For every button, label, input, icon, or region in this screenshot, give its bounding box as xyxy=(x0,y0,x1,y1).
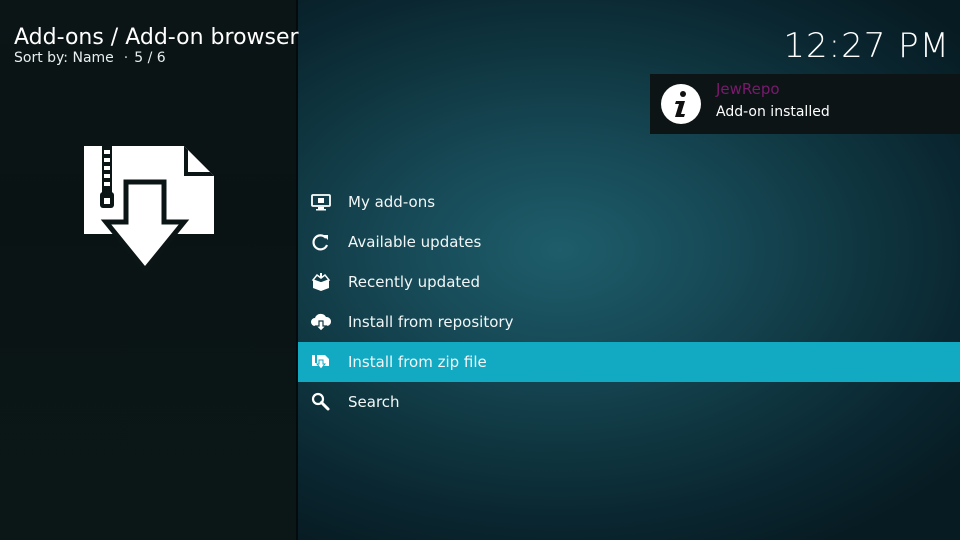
zip-file-icon xyxy=(312,355,329,370)
menu-label: Search xyxy=(348,393,400,411)
sort-separator: · xyxy=(123,50,129,66)
menu-item-install-from-repository[interactable]: Install from repository xyxy=(298,302,960,342)
addon-menu: My add-ons Available updates Recently up… xyxy=(298,182,960,422)
notification-message: Add-on installed xyxy=(716,104,830,120)
notification-toast: JewRepo Add-on installed xyxy=(650,74,960,134)
menu-label: Install from zip file xyxy=(348,353,487,371)
page-title: Add-ons / Add-on browser xyxy=(14,25,299,50)
menu-label: Recently updated xyxy=(348,273,481,291)
monitor-icon xyxy=(311,194,331,211)
menu-label: My add-ons xyxy=(348,193,436,211)
item-position: 5 / 6 xyxy=(134,50,166,66)
clock: 12:27 PM xyxy=(783,26,950,66)
cloud-download-icon xyxy=(311,313,332,332)
menu-item-install-from-zip-file[interactable]: Install from zip file xyxy=(298,342,960,382)
menu-label: Available updates xyxy=(348,233,482,251)
refresh-icon xyxy=(312,234,329,251)
zip-download-icon xyxy=(84,146,214,274)
info-icon xyxy=(661,84,701,124)
open-box-icon xyxy=(311,273,331,291)
menu-item-search[interactable]: Search xyxy=(298,382,960,422)
sort-label[interactable]: Sort by: Name xyxy=(14,50,114,66)
menu-item-my-addons[interactable]: My add-ons xyxy=(298,182,960,222)
sort-info: Sort by: Name · 5 / 6 xyxy=(14,49,166,67)
kodi-screen: Add-ons / Add-on browser Sort by: Name · 5… xyxy=(0,0,960,540)
menu-label: Install from repository xyxy=(348,313,514,331)
menu-item-available-updates[interactable]: Available updates xyxy=(298,222,960,262)
notification-title: JewRepo xyxy=(716,80,780,98)
search-icon xyxy=(311,392,330,411)
menu-item-recently-updated[interactable]: Recently updated xyxy=(298,262,960,302)
